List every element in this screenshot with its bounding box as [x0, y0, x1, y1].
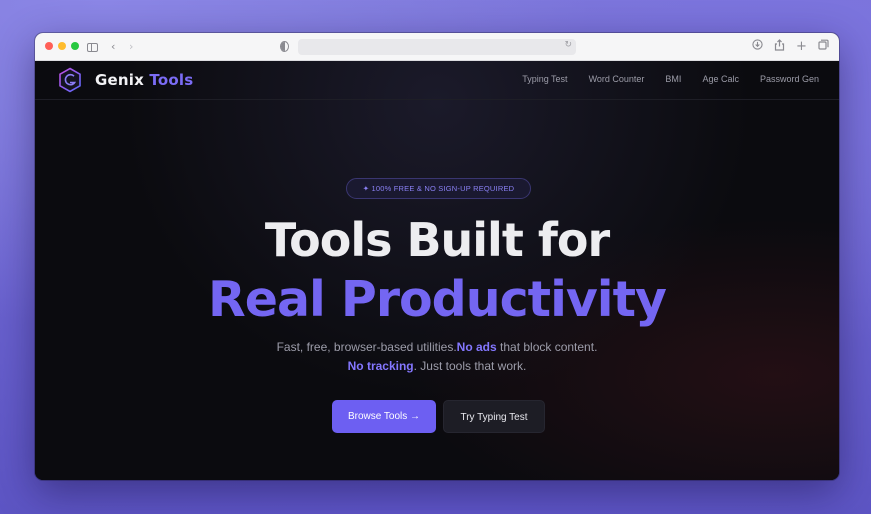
- maximize-window-button[interactable]: [71, 42, 79, 50]
- subtitle-highlight-no-tracking: No tracking: [347, 359, 414, 373]
- nav-link-password-gen[interactable]: Password Gen: [760, 74, 819, 84]
- forward-arrow-icon[interactable]: ›: [129, 39, 133, 55]
- nav-link-age-calc[interactable]: Age Calc: [702, 74, 739, 84]
- new-tab-icon[interactable]: +: [796, 39, 807, 55]
- minimize-window-button[interactable]: [58, 42, 66, 50]
- subtitle-text: Fast, free, browser-based utilities.: [276, 340, 457, 354]
- window-controls: [45, 42, 79, 50]
- subtitle-text-tail: that block content.: [496, 340, 598, 354]
- brand-name[interactable]: Genix Tools: [95, 71, 193, 89]
- site-header: Genix Tools Typing Test Word Counter BMI…: [35, 61, 839, 100]
- nav-link-typing-test[interactable]: Typing Test: [522, 74, 567, 84]
- share-icon[interactable]: [774, 39, 785, 56]
- tabs-overview-icon[interactable]: [818, 39, 829, 55]
- sidebar-icon[interactable]: [87, 43, 98, 52]
- address-bar[interactable]: ↻: [298, 39, 576, 55]
- genix-logo-icon[interactable]: [57, 67, 83, 93]
- browse-tools-button[interactable]: Browse Tools →: [332, 400, 436, 433]
- nav-link-word-counter[interactable]: Word Counter: [589, 74, 645, 84]
- brand-word-tools: Tools: [149, 71, 194, 89]
- shield-icon[interactable]: [280, 41, 289, 52]
- hero-subtitle-line-2: No tracking. Just tools that work.: [35, 359, 839, 373]
- reload-icon[interactable]: ↻: [564, 40, 572, 50]
- browser-window: ‹ › ↻ + Genix Tools Typing Test Word Cou…: [35, 33, 839, 480]
- main-nav: Typing Test Word Counter BMI Age Calc Pa…: [522, 74, 819, 84]
- try-typing-test-button[interactable]: Try Typing Test: [443, 400, 545, 433]
- subtitle-text-tail-2: . Just tools that work.: [413, 359, 527, 373]
- close-window-button[interactable]: [45, 42, 53, 50]
- free-badge: ✦ 100% FREE & NO SIGN-UP REQUIRED: [346, 178, 531, 199]
- brand-word-genix: Genix: [95, 71, 144, 89]
- download-icon[interactable]: [752, 39, 763, 55]
- nav-link-bmi[interactable]: BMI: [665, 74, 681, 84]
- web-page: Genix Tools Typing Test Word Counter BMI…: [35, 61, 839, 480]
- hero-title-line-1: Tools Built for: [264, 213, 610, 267]
- back-arrow-icon[interactable]: ‹: [111, 39, 115, 55]
- subtitle-highlight-no-ads: No ads: [456, 340, 497, 354]
- hero-title-line-2: Real Productivity: [208, 271, 667, 328]
- hero-subtitle-line-1: Fast, free, browser-based utilities.No a…: [35, 340, 839, 354]
- browser-toolbar: ‹ › ↻ +: [35, 33, 839, 61]
